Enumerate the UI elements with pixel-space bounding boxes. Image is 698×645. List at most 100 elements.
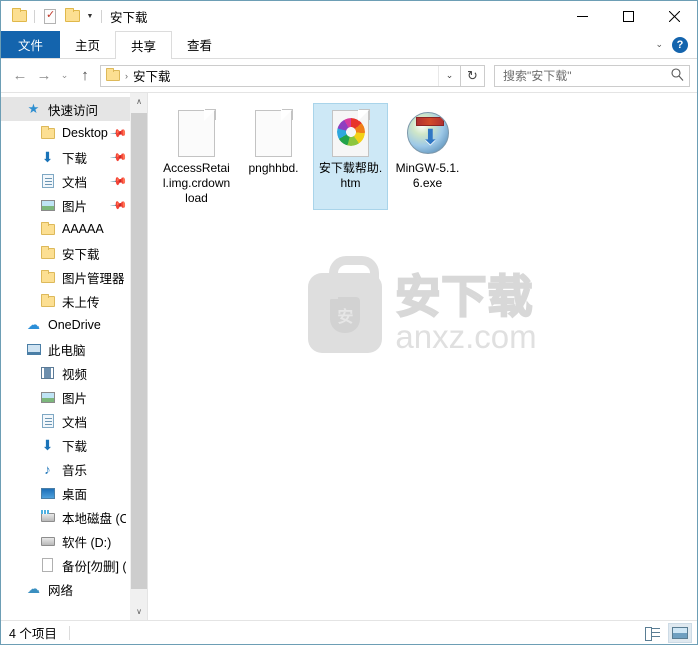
toolbar-divider	[34, 9, 35, 23]
window-title: 安下载	[110, 10, 148, 25]
sidebar-item-3[interactable]: 文档 📌	[1, 169, 130, 193]
folder-icon[interactable]	[8, 5, 30, 27]
address-bar: ← → ⌄ ↑ › 安下载 ⌄ ↻ 搜索"安下载"	[1, 59, 697, 92]
search-input[interactable]: 搜索"安下载"	[494, 64, 690, 87]
sidebar-item-5[interactable]: AAAAA	[1, 217, 130, 241]
tab-share[interactable]: 共享	[115, 31, 173, 59]
details-view-button[interactable]	[640, 623, 664, 643]
sidebar-item-20[interactable]: ☁ 网络	[1, 577, 130, 601]
sidebar-item-6[interactable]: 安下载	[1, 241, 130, 265]
sidebar-item-label: Desktop	[62, 126, 108, 140]
sidebar-item-label: 下载	[62, 439, 88, 454]
sidebar-item-label: 音乐	[62, 463, 88, 478]
scroll-down-icon[interactable]: ∨	[131, 603, 147, 620]
file-item[interactable]: 安下载帮助.htm	[313, 103, 388, 210]
details-view-icon	[644, 626, 660, 641]
sidebar-item-7[interactable]: 图片管理器	[1, 265, 130, 289]
sidebar-item-9[interactable]: ☁ OneDrive	[1, 313, 130, 337]
folder-icon	[106, 68, 120, 81]
cloud-icon: ☁	[27, 317, 40, 332]
generic-file-icon	[178, 109, 215, 157]
file-item[interactable]: AccessRetail.img.crdownload	[159, 103, 234, 210]
file-name-label: MinGW-5.1.6.exe	[395, 161, 460, 190]
large-icons-view-button[interactable]	[668, 622, 692, 643]
tab-home[interactable]: 主页	[60, 31, 115, 58]
scrollbar-track[interactable]	[131, 110, 147, 603]
search-placeholder: 搜索"安下载"	[503, 69, 572, 83]
sidebar-item-0[interactable]: ★ 快速访问	[1, 97, 130, 121]
sidebar-item-2[interactable]: ⬇ 下载 📌	[1, 145, 130, 169]
minimize-button[interactable]	[559, 1, 605, 31]
sidebar-item-19[interactable]: 备份[勿删] (E:)	[1, 553, 130, 577]
file-name-label: AccessRetail.img.crdownload	[162, 161, 231, 205]
sidebar-item-14[interactable]: ⬇ 下载	[1, 433, 130, 457]
watermark-domain-text: anxz.com	[395, 317, 537, 355]
sidebar-item-13[interactable]: 文档	[1, 409, 130, 433]
file-item[interactable]: ⬇ MinGW-5.1.6.exe	[390, 103, 465, 210]
up-button[interactable]: ↑	[73, 64, 97, 88]
navigation-pane: ★ 快速访问 Desktop 📌 ⬇ 下载 📌 文档 📌 图片 📌 AAAAA 安下载 图片管理器 未上传 ☁…	[1, 93, 147, 620]
sidebar-item-label: 图片	[62, 199, 88, 214]
html-file-icon	[332, 109, 369, 157]
refresh-button[interactable]: ↻	[461, 64, 485, 87]
chevron-down-icon[interactable]: ▼	[83, 5, 97, 27]
close-button[interactable]	[651, 1, 697, 31]
sidebar-item-10[interactable]: 此电脑	[1, 337, 130, 361]
pictures-icon	[39, 389, 56, 406]
pictures-icon	[39, 197, 56, 214]
file-list-pane[interactable]: AccessRetail.img.crdownload pnghhbd. 安下载帮助…	[147, 93, 697, 620]
tab-file[interactable]: 文件	[1, 31, 61, 58]
sidebar-item-16[interactable]: 桌面	[1, 481, 130, 505]
scroll-up-icon[interactable]: ∧	[131, 93, 147, 110]
chevron-down-icon[interactable]: ⌄	[438, 65, 460, 86]
file-grid: AccessRetail.img.crdownload pnghhbd. 安下载帮助…	[148, 93, 697, 212]
search-icon[interactable]	[671, 67, 684, 84]
watermark-text: 安下载 anxz.com	[394, 272, 537, 355]
pin-icon[interactable]: 📌	[110, 148, 129, 166]
status-divider	[68, 625, 70, 640]
sidebar-item-4[interactable]: 图片 📌	[1, 193, 130, 217]
sidebar-item-17[interactable]: 本地磁盘 (C:)	[1, 505, 130, 529]
file-name-label: 安下载帮助.htm	[318, 161, 383, 190]
sidebar-item-label: 图片管理器	[62, 271, 125, 286]
quick-access-toolbar: ▼	[8, 5, 106, 27]
tab-view[interactable]: 查看	[172, 31, 227, 58]
sidebar-item-15[interactable]: ♪ 音乐	[1, 457, 130, 481]
breadcrumb-separator: ›	[125, 70, 128, 81]
documents-icon	[39, 413, 56, 430]
sidebar-item-11[interactable]: 视频	[1, 361, 130, 385]
back-button[interactable]: ←	[8, 64, 32, 88]
sidebar-item-label: 安下载	[62, 247, 100, 262]
sidebar-item-18[interactable]: 软件 (D:)	[1, 529, 130, 553]
address-path-box[interactable]: › 安下载 ⌄	[100, 64, 461, 87]
forward-button[interactable]: →	[32, 64, 56, 88]
sidebar-item-8[interactable]: 未上传	[1, 289, 130, 313]
maximize-button[interactable]	[605, 1, 651, 31]
new-folder-icon[interactable]	[61, 5, 83, 27]
recent-locations-button[interactable]: ⌄	[56, 64, 73, 88]
sidebar-item-label: 网络	[48, 583, 74, 598]
scrollbar-thumb[interactable]	[131, 113, 147, 589]
sidebar-item-1[interactable]: Desktop 📌	[1, 121, 130, 145]
chevron-down-icon[interactable]: ⌄	[655, 39, 663, 50]
pin-icon[interactable]: 📌	[110, 196, 129, 214]
properties-icon[interactable]	[39, 5, 61, 27]
desktop-icon	[39, 485, 56, 502]
sidebar-item-label: 视频	[62, 367, 88, 382]
large-icons-view-icon	[672, 626, 688, 639]
sidebar-scrollbar[interactable]: ∧ ∨	[130, 93, 147, 620]
download-icon: ⬇	[41, 149, 54, 165]
breadcrumb[interactable]: 安下载	[133, 66, 171, 85]
maximize-icon	[622, 10, 634, 22]
watermark: 安 安下载 anxz.com	[148, 256, 697, 355]
sidebar-item-label: 软件 (D:)	[62, 535, 112, 550]
view-mode-buttons	[640, 622, 692, 643]
pin-icon[interactable]: 📌	[110, 124, 129, 142]
help-icon[interactable]: ?	[672, 36, 688, 53]
sidebar-item-label: 桌面	[62, 487, 88, 502]
folder-icon	[39, 221, 56, 238]
pin-icon[interactable]: 📌	[110, 172, 129, 190]
drive-icon	[39, 533, 56, 550]
file-item[interactable]: pnghhbd.	[236, 103, 311, 210]
sidebar-item-12[interactable]: 图片	[1, 385, 130, 409]
